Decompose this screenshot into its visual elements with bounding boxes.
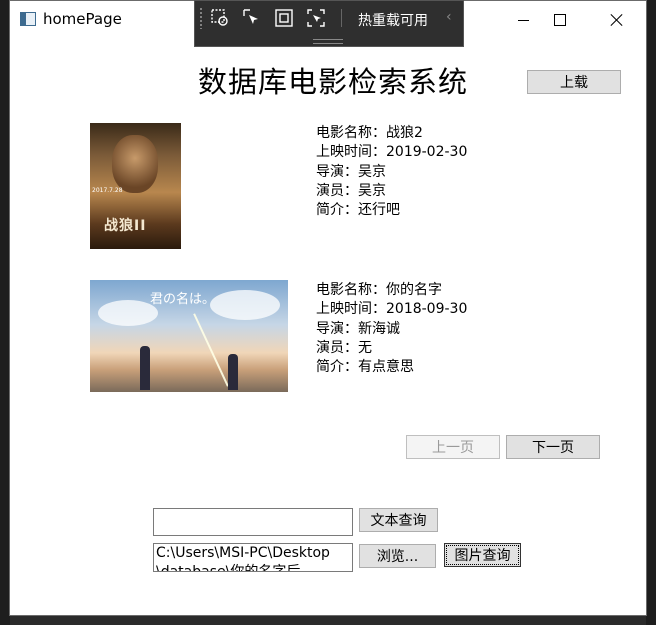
minimize-icon: [517, 19, 529, 21]
text-search-button[interactable]: 文本查询: [359, 508, 438, 532]
movie-release: 上映时间：2018-09-30: [316, 301, 468, 318]
movie-name: 电影名称：战狼2: [316, 125, 423, 141]
select-element-icon[interactable]: [209, 8, 231, 28]
close-icon: [610, 13, 624, 27]
background-ide-right: [646, 0, 656, 625]
poster-ray: [193, 313, 229, 387]
movie-director: 导演：吴京: [316, 163, 386, 180]
page-title: 数据库电影检索系统: [198, 65, 469, 99]
toolbar-separator: [341, 9, 342, 27]
close-button[interactable]: [594, 5, 640, 35]
poster-figure: [228, 354, 238, 390]
movie-actor: 演员：吴京: [316, 182, 386, 199]
movie-info: 电影名称：战狼2 上映时间：2019-02-30 导演：吴京 演员：吴京 简介：…: [316, 124, 467, 220]
movie-summary: 简介：还行吧: [316, 202, 400, 219]
movie-name: 电影名称：你的名字: [316, 282, 442, 298]
movie-poster: 君の名は。: [90, 280, 288, 392]
toolbar-grip-icon[interactable]: [199, 7, 203, 29]
prev-page-button[interactable]: 上一页: [406, 435, 500, 459]
poster-portrait: [112, 135, 158, 193]
poster-cloud: [210, 290, 280, 320]
movie-info: 电影名称：你的名字 上映时间：2018-09-30 导演：新海诚 演员：无 简介…: [316, 281, 467, 377]
image-search-button[interactable]: 图片查询: [444, 543, 521, 567]
poster-cloud: [98, 300, 158, 326]
browse-button[interactable]: 浏览...: [359, 544, 436, 568]
poster-title: 战狼II: [104, 218, 147, 234]
maximize-button[interactable]: [537, 5, 583, 35]
window-title: homePage: [43, 10, 122, 28]
movie-director: 导演：新海诚: [316, 320, 400, 337]
xaml-devtools-toolbar: 热重载可用 ‹: [194, 0, 464, 47]
app-icon: [20, 12, 36, 26]
image-path-line: \database\你的名字后: [156, 564, 301, 572]
poster-title: 君の名は。: [150, 292, 216, 307]
app-window: homePage 数据库电影检索系统 上载 2017.7.28 战狼II 电影名…: [9, 0, 647, 616]
chevron-left-icon[interactable]: ‹: [446, 9, 452, 25]
upload-button[interactable]: 上载: [527, 70, 621, 94]
maximize-icon: [554, 14, 566, 26]
poster-date: 2017.7.28: [92, 187, 123, 194]
movie-actor: 演员：无: [316, 339, 372, 356]
movie-release: 上映时间：2019-02-30: [316, 144, 468, 161]
hot-reload-status[interactable]: 热重载可用: [358, 10, 428, 30]
movie-poster: 2017.7.28 战狼II: [90, 123, 181, 249]
frame-icon[interactable]: [273, 8, 295, 28]
image-path-line: C:\Users\MSI-PC\Desktop: [156, 545, 330, 561]
pointer-icon[interactable]: [241, 8, 263, 28]
search-text-input[interactable]: [153, 508, 353, 536]
poster-figure: [140, 346, 150, 390]
toolbar-collapse-handle[interactable]: [313, 39, 343, 44]
track-focus-icon[interactable]: [305, 8, 327, 28]
next-page-button[interactable]: 下一页: [506, 435, 600, 459]
image-path-field[interactable]: C:\Users\MSI-PC\Desktop \database\你的名字后: [153, 543, 353, 572]
movie-summary: 简介：有点意思: [316, 359, 414, 376]
